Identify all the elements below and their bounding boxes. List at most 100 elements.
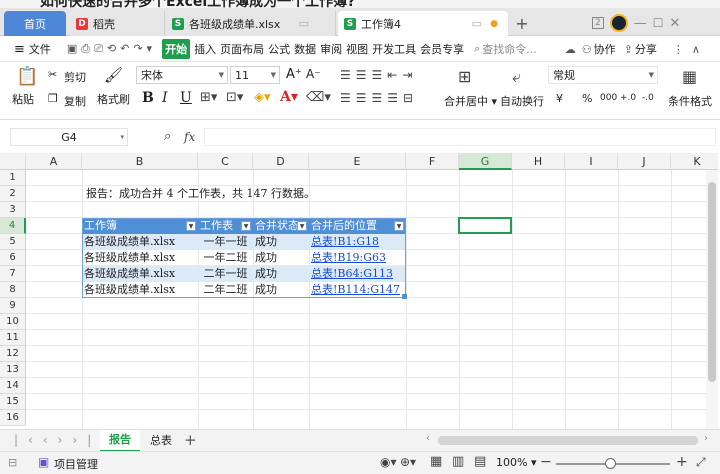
row-header-12[interactable]: 12 (0, 346, 26, 362)
table-header-workbook[interactable]: 工作簿 ▼ (82, 218, 198, 234)
underline-button[interactable]: U (180, 90, 192, 106)
menu-page-layout[interactable]: 页面布局 (220, 41, 264, 57)
row-header-5[interactable]: 5 (0, 234, 26, 250)
table-cell[interactable]: 二年二班 (198, 282, 253, 298)
table-cell[interactable]: 一年一班 (198, 234, 253, 250)
thousands-button[interactable]: 000 (600, 93, 617, 103)
command-search[interactable]: 查找命令... (482, 41, 537, 57)
menu-member[interactable]: 会员专享 (420, 41, 464, 57)
selected-cell-g4[interactable] (458, 217, 512, 234)
select-all-corner[interactable] (0, 153, 26, 170)
cloud-icon[interactable]: ☁ (565, 43, 576, 56)
merge-center-icon[interactable]: ⊞ (458, 67, 471, 86)
row-header-15[interactable]: 15 (0, 394, 26, 410)
table-cell[interactable]: 一年二班 (198, 250, 253, 266)
quick-access-icons[interactable]: ▣⎙⎚⟲↶↷▾ (67, 42, 156, 56)
table-resize-handle[interactable] (402, 294, 407, 299)
table-header-location[interactable]: 合并后的位置 ▼ (309, 218, 406, 234)
align-top-group-icon[interactable]: ☰☰☰⇤⇥ (340, 68, 417, 82)
monitor-icon[interactable]: ▭ (299, 17, 309, 30)
table-cell[interactable]: 各班级成绩单.xlsx (82, 234, 198, 250)
column-header-H[interactable]: H (512, 153, 565, 170)
tab-docer[interactable]: D 稻壳 (70, 11, 165, 36)
tab-workbook-grades[interactable]: S 各班级成绩单.xlsx ▭ (166, 11, 336, 36)
page-break-view-icon[interactable]: ▤ (474, 454, 486, 469)
filter-dropdown-icon[interactable]: ▼ (394, 221, 404, 231)
percent-button[interactable]: % (582, 92, 592, 105)
number-format-select[interactable]: 常规 ▼ (548, 66, 658, 84)
normal-view-icon[interactable]: ▦ (430, 454, 442, 469)
decrease-font-button[interactable]: A⁻ (306, 67, 321, 81)
table-cell[interactable]: 各班级成绩单.xlsx (82, 282, 198, 298)
table-cell[interactable]: 成功 (253, 282, 309, 298)
location-link[interactable]: 总表!B64:G113 (309, 266, 406, 282)
currency-button[interactable]: ¥ (556, 92, 563, 105)
project-management-button[interactable]: 项目管理 (54, 456, 98, 472)
menu-insert[interactable]: 插入 (194, 41, 216, 57)
clear-format-icon[interactable]: ⌫▾ (306, 90, 331, 105)
conditional-format-button[interactable]: 条件格式 (668, 93, 712, 109)
font-color-icon[interactable]: A▾ (280, 89, 298, 105)
row-header-1[interactable]: 1 (0, 170, 26, 186)
fullscreen-icon[interactable]: ⤢ (696, 455, 706, 470)
zoom-search-icon[interactable]: ⌕ (164, 129, 171, 144)
table-cell[interactable]: 各班级成绩单.xlsx (82, 250, 198, 266)
report-summary[interactable]: 报告：成功合并 4 个工作表，共 147 行数据。 (86, 186, 406, 202)
menu-file[interactable]: 文件 (29, 41, 51, 57)
location-link[interactable]: 总表!B19:G63 (309, 250, 406, 266)
filter-dropdown-icon[interactable]: ▼ (297, 221, 307, 231)
column-header-G[interactable]: G (459, 153, 512, 170)
row-header-8[interactable]: 8 (0, 282, 26, 298)
location-link[interactable]: 总表!B1:G18 (309, 234, 406, 250)
maximize-icon[interactable]: ☐ (653, 16, 664, 30)
menu-home[interactable]: 开始 (162, 39, 191, 59)
eye-protection-icon[interactable]: ◉▾ (380, 455, 397, 469)
add-sheet-button[interactable]: + (184, 431, 197, 449)
zoom-level[interactable]: 100% ▾ (496, 456, 536, 469)
table-cell[interactable]: 成功 (253, 250, 309, 266)
column-header-J[interactable]: J (618, 153, 671, 170)
column-header-K[interactable]: K (671, 153, 718, 170)
column-header-B[interactable]: B (82, 153, 198, 170)
formula-input[interactable] (204, 128, 716, 146)
table-cell[interactable]: 成功 (253, 266, 309, 282)
border-icon[interactable]: ⊞▾ (200, 90, 217, 105)
bold-button[interactable]: B (142, 90, 154, 106)
row-header-14[interactable]: 14 (0, 378, 26, 394)
more-icon[interactable]: ⋮ (673, 43, 684, 56)
row-header-10[interactable]: 10 (0, 314, 26, 330)
format-painter-button[interactable]: 格式刷 (97, 91, 130, 107)
increase-decimal-button[interactable]: +.0 (620, 93, 636, 103)
column-header-A[interactable]: A (26, 153, 82, 170)
fill-color-icon[interactable]: ◈▾ (254, 90, 271, 105)
zoom-out-icon[interactable]: − (540, 454, 552, 470)
table-header-sheet[interactable]: 工作表 ▼ (198, 218, 253, 234)
wrap-text-icon[interactable]: ⤶ (512, 67, 521, 87)
row-header-6[interactable]: 6 (0, 250, 26, 266)
fx-button[interactable]: fx (184, 130, 195, 144)
macro-icon[interactable]: ⊟ (8, 456, 17, 469)
row-header-2[interactable]: 2 (0, 186, 26, 202)
sheet-tab-report[interactable]: 报告 (100, 430, 140, 452)
table-header-status[interactable]: 合并状态 ▼ (253, 218, 309, 234)
decrease-decimal-button[interactable]: -.0 (642, 93, 654, 103)
merge-center-button[interactable]: 合并居中 ▾ (444, 93, 497, 109)
copy-button[interactable]: 复制 (64, 93, 86, 109)
menu-developer[interactable]: 开发工具 (372, 41, 416, 57)
row-header-7[interactable]: 7 (0, 266, 26, 282)
location-link[interactable]: 总表!B114:G147 (309, 282, 406, 298)
tab-workbook4[interactable]: S 工作簿4 ▭ ● (338, 11, 508, 36)
column-header-D[interactable]: D (253, 153, 309, 170)
column-header-F[interactable]: F (406, 153, 459, 170)
avatar[interactable] (609, 14, 628, 32)
font-size-select[interactable]: 11 ▼ (230, 66, 280, 84)
row-header-16[interactable]: 16 (0, 410, 26, 426)
cut-button[interactable]: 剪切 (64, 69, 86, 85)
menu-data[interactable]: 数据 (294, 41, 316, 57)
fill-pattern-icon[interactable]: ⊡▾ (226, 90, 243, 105)
zoom-in-icon[interactable]: + (676, 454, 688, 470)
align-horizontal-group-icon[interactable]: ☰☰☰☰⊟ (340, 91, 418, 105)
menu-view[interactable]: 视图 (346, 41, 368, 57)
row-header-3[interactable]: 3 (0, 202, 26, 218)
scroll-right-icon[interactable]: › (704, 433, 708, 444)
